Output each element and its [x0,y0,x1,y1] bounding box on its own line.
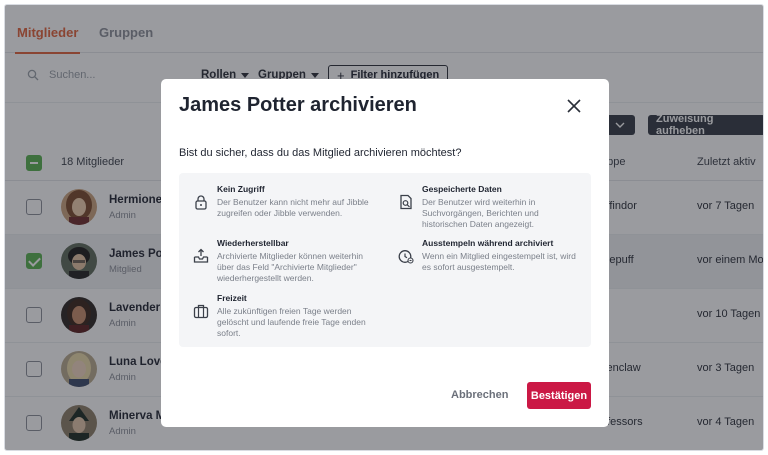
dialog-title: James Potter archivieren [179,94,417,116]
info-title: Wiederherstellbar [217,238,289,248]
cancel-button[interactable]: Abbrechen [451,389,508,401]
consequences-panel: Kein Zugriff Der Benutzer kann nicht meh… [179,173,591,347]
info-desc: Der Benutzer wird weiterhin in Suchvorgä… [422,197,539,229]
info-desc: Archivierte Mitglieder können weiterhin … [217,251,363,283]
restore-icon [193,248,209,263]
confirm-button[interactable]: Bestätigen [527,382,591,409]
archive-member-dialog: James Potter archivieren Bist du sicher,… [161,79,609,427]
info-title: Ausstempeln während archiviert [422,238,554,248]
data-search-icon [400,194,412,210]
dialog-question: Bist du sicher, dass du das Mitglied arc… [179,147,462,159]
info-title: Kein Zugriff [217,184,265,194]
lock-icon [195,195,207,210]
info-desc: Wenn ein Mitglied eingestempelt ist, wir… [422,251,576,272]
info-title: Gespeicherte Daten [422,184,502,194]
briefcase-icon [193,304,209,319]
info-desc: Alle zukünftigen freien Tage werden gelö… [217,306,366,338]
info-title: Freizeit [217,293,247,303]
close-icon[interactable] [566,98,582,114]
clock-out-icon [398,250,414,264]
info-desc: Der Benutzer kann nicht mehr auf Jibble … [217,197,369,218]
